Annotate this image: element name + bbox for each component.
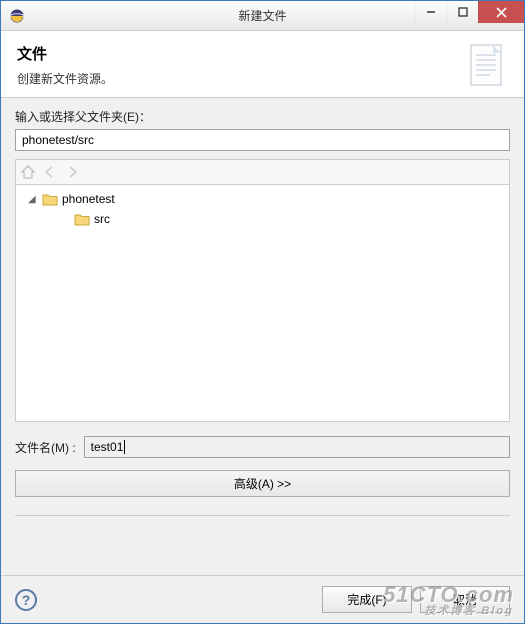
maximize-button[interactable] <box>446 1 478 23</box>
dialog-heading: 文件 <box>17 43 508 64</box>
finish-button[interactable]: 完成(F) <box>322 586 412 613</box>
text-caret <box>124 440 125 454</box>
folder-tree[interactable]: ◢ phonetest src <box>15 184 510 422</box>
separator <box>15 515 510 516</box>
cancel-button[interactable]: 取消 <box>420 586 510 613</box>
filename-label: 文件名(M) : <box>15 439 76 456</box>
tree-row[interactable]: src <box>18 209 507 229</box>
project-folder-icon <box>42 192 58 206</box>
back-icon[interactable] <box>42 164 58 180</box>
window-titlebar[interactable]: 新建文件 <box>1 1 524 31</box>
file-wizard-icon <box>466 41 508 91</box>
tree-item-label: src <box>94 212 110 226</box>
forward-icon[interactable] <box>64 164 80 180</box>
close-button[interactable] <box>478 1 524 23</box>
tree-toolbar <box>15 159 510 184</box>
help-button[interactable]: ? <box>15 589 37 611</box>
dialog-header: 文件 创建新文件资源。 <box>1 31 524 98</box>
minimize-button[interactable] <box>414 1 446 23</box>
dialog-description: 创建新文件资源。 <box>17 70 508 87</box>
advanced-button[interactable]: 高级(A) >> <box>15 470 510 497</box>
filename-input[interactable]: test01 <box>84 436 510 458</box>
folder-icon <box>74 212 90 226</box>
window-title: 新建文件 <box>238 7 286 24</box>
eclipse-icon <box>9 8 25 24</box>
parent-folder-label: 输入或选择父文件夹(E)： <box>15 108 510 125</box>
parent-folder-input[interactable] <box>15 129 510 151</box>
tree-row[interactable]: ◢ phonetest <box>18 189 507 209</box>
chevron-down-icon[interactable]: ◢ <box>28 194 40 205</box>
tree-item-label: phonetest <box>62 192 115 206</box>
home-icon[interactable] <box>20 164 36 180</box>
